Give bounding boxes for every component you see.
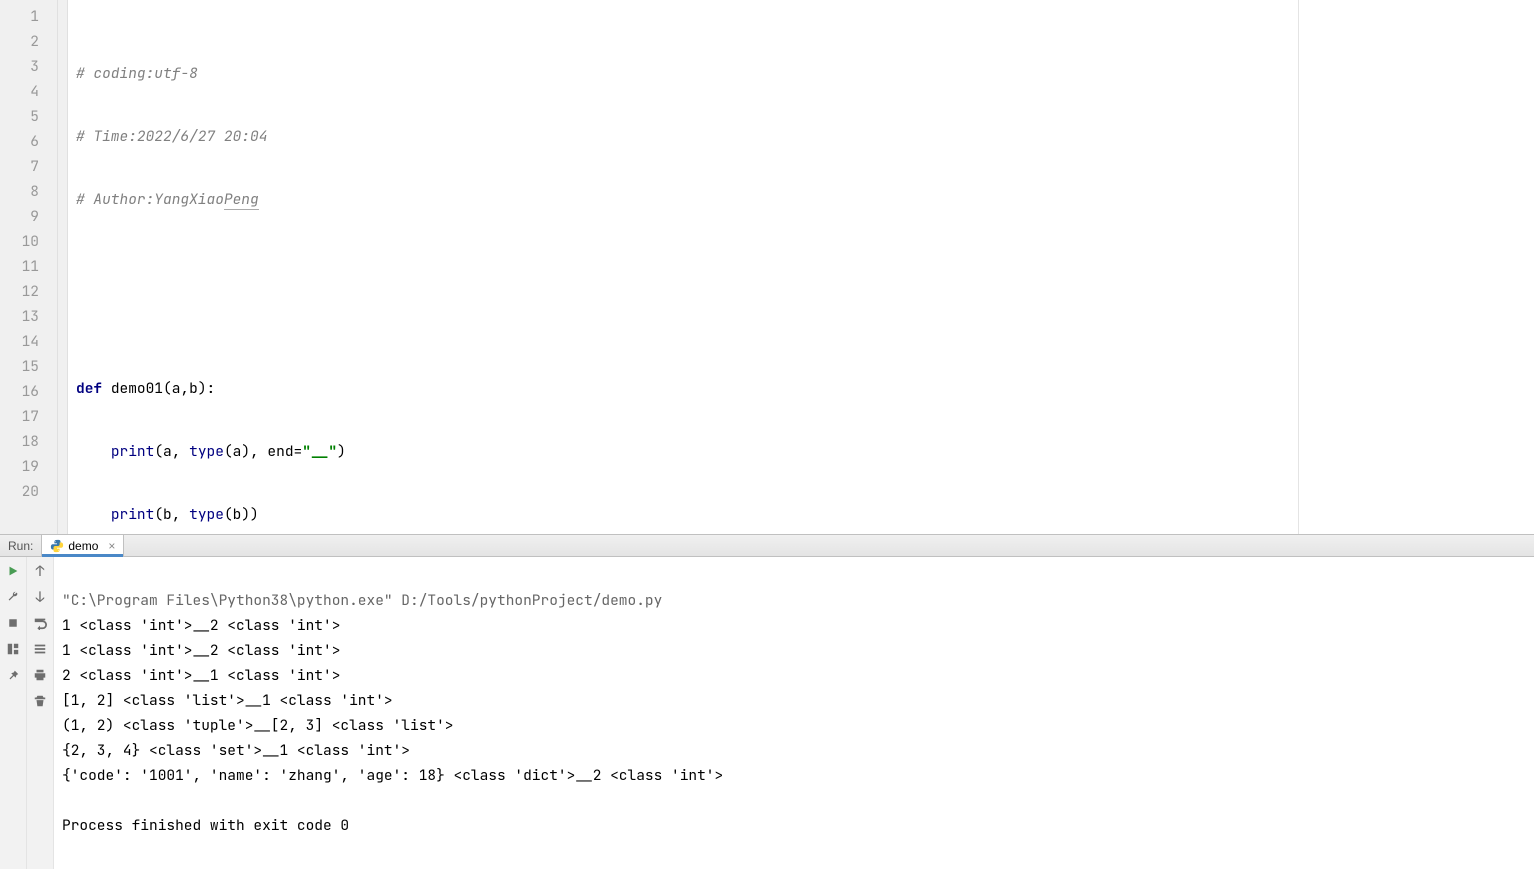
console-line: (1, 2) <class 'tuple'>__[2, 3] <class 'l… [62, 716, 454, 735]
line-number: 5 [0, 104, 39, 129]
line-number: 16 [0, 379, 39, 404]
python-file-icon [50, 539, 64, 553]
code-editor[interactable]: 1 2 3 4 5 6 7 8 9 10 11 12 13 14 15 16 1… [0, 0, 1534, 534]
wrench-icon[interactable] [5, 589, 21, 605]
line-number: 20 [0, 479, 39, 504]
line-number: 13 [0, 304, 39, 329]
line-number: 3 [0, 54, 39, 79]
trash-icon[interactable] [32, 693, 48, 709]
console-output[interactable]: "C:\Program Files\Python38\python.exe" D… [54, 557, 1534, 869]
right-margin-guide [1298, 0, 1299, 534]
print-icon[interactable] [32, 667, 48, 683]
comment-text: # Author:YangXiaoPeng [76, 190, 259, 210]
line-number: 14 [0, 329, 39, 354]
rerun-icon[interactable] [5, 563, 21, 579]
console-line: [1, 2] <class 'list'>__1 <class 'int'> [62, 691, 393, 710]
console-line: 1 <class 'int'>__2 <class 'int'> [62, 641, 340, 660]
line-number: 1 [0, 4, 39, 29]
run-tab-bar: Run: demo × [0, 535, 1534, 557]
line-number: 19 [0, 454, 39, 479]
soft-wrap-icon[interactable] [32, 615, 48, 631]
line-number: 9 [0, 204, 39, 229]
comment-text: # Time:2022/6/27 20:04 [76, 127, 267, 146]
stop-icon[interactable] [5, 615, 21, 631]
close-icon[interactable]: × [108, 539, 115, 553]
pin-icon[interactable] [5, 667, 21, 683]
line-number: 12 [0, 279, 39, 304]
run-primary-toolbar [0, 557, 27, 869]
comment-text: # coding:utf-8 [76, 64, 198, 83]
arrow-down-icon[interactable]: ↓ [32, 589, 48, 605]
console-line: {'code': '1001', 'name': 'zhang', 'age':… [62, 766, 723, 785]
line-number: 11 [0, 254, 39, 279]
console-exit-message: Process finished with exit code 0 [62, 816, 349, 835]
line-number: 17 [0, 404, 39, 429]
line-number: 18 [0, 429, 39, 454]
line-number: 15 [0, 354, 39, 379]
line-number: 8 [0, 179, 39, 204]
line-number: 10 [0, 229, 39, 254]
console-line: 2 <class 'int'>__1 <class 'int'> [62, 666, 340, 685]
console-line: 1 <class 'int'>__2 <class 'int'> [62, 616, 340, 635]
keyword-def: def [76, 379, 102, 398]
run-secondary-toolbar: ↑ ↓ [27, 557, 54, 869]
line-number-gutter: 1 2 3 4 5 6 7 8 9 10 11 12 13 14 15 16 1… [0, 0, 58, 534]
code-content[interactable]: # coding:utf-8 # Time:2022/6/27 20:04 # … [68, 0, 1534, 534]
line-number: 7 [0, 154, 39, 179]
scroll-to-end-icon[interactable] [32, 641, 48, 657]
console-line: {2, 3, 4} <class 'set'>__1 <class 'int'> [62, 741, 410, 760]
run-label: Run: [0, 535, 41, 556]
line-number: 2 [0, 29, 39, 54]
arrow-up-icon[interactable]: ↑ [32, 563, 48, 579]
run-tab-label: demo [68, 539, 98, 553]
run-tab-demo[interactable]: demo × [41, 535, 124, 556]
layout-icon[interactable] [5, 641, 21, 657]
line-number: 4 [0, 79, 39, 104]
line-number: 6 [0, 129, 39, 154]
run-tool-window: Run: demo × ↑ ↓ "C:\Program Files\Python… [0, 534, 1534, 839]
fold-column [58, 0, 68, 534]
function-name: demo01 [111, 379, 163, 398]
console-command: "C:\Program Files\Python38\python.exe" D… [62, 591, 662, 610]
